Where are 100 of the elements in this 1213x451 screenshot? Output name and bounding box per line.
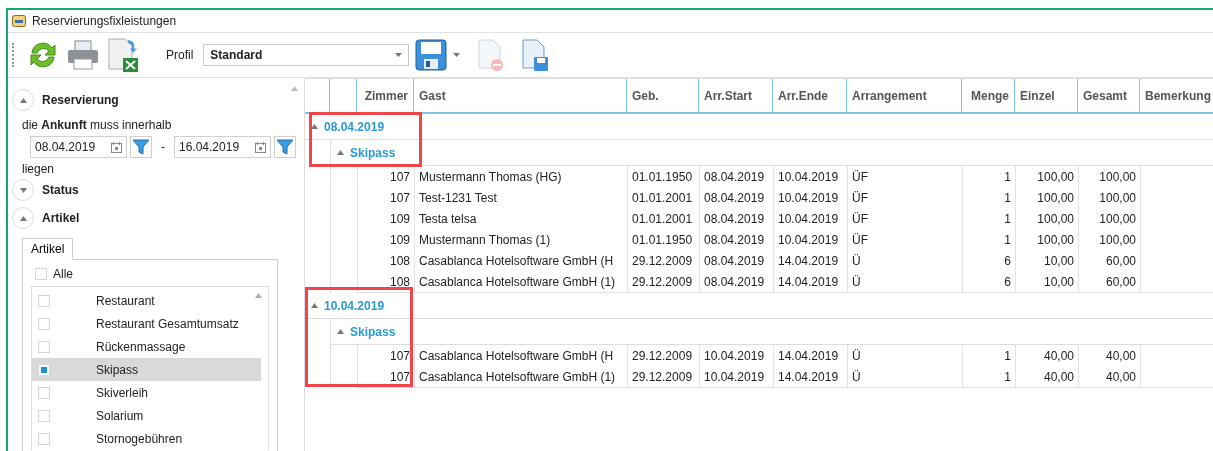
table-cell: 100,00: [1079, 166, 1141, 187]
article-item[interactable]: Rückenmassage: [32, 335, 261, 358]
profile-label: Profil: [166, 48, 194, 62]
table-cell: 100,00: [1016, 187, 1079, 208]
table-cell: 60,00: [1079, 250, 1141, 271]
column-header[interactable]: Menge: [962, 79, 1015, 112]
profile-dropdown[interactable]: Standard: [203, 44, 410, 66]
table-cell: 08.04.2019: [700, 271, 774, 292]
filter-button[interactable]: [274, 136, 296, 158]
collapse-arrow-icon[interactable]: [337, 329, 344, 334]
table-cell: 100,00: [1016, 208, 1079, 229]
section-toggle[interactable]: [12, 179, 34, 201]
column-header[interactable]: Bemerkung: [1140, 79, 1213, 112]
column-header[interactable]: Arr.Ende: [773, 79, 847, 112]
table-cell: 109: [358, 208, 415, 229]
table-cell: 108: [358, 271, 415, 292]
article-label: Restaurant: [96, 293, 155, 308]
table-cell: 10.04.2019: [774, 229, 848, 250]
checkbox[interactable]: [38, 432, 50, 445]
section-toggle[interactable]: [12, 207, 34, 229]
checkbox[interactable]: [38, 409, 50, 422]
table-cell: Casablanca Hotelsoftware GmbH (H: [415, 250, 628, 271]
table-cell: 01.01.2001: [628, 208, 700, 229]
table-cell: 10.04.2019: [700, 366, 774, 387]
table-cell: 14.04.2019: [774, 366, 848, 387]
caret-icon: [19, 187, 27, 193]
table-cell: Ü: [848, 271, 963, 292]
dropdown-caret-icon[interactable]: [453, 53, 461, 57]
table-cell: ÜF: [848, 229, 963, 250]
table-cell: 29.12.2009: [628, 345, 700, 366]
collapse-arrow-icon[interactable]: [337, 150, 344, 155]
table-cell: Casablanca Hotelsoftware GmbH (1): [415, 271, 628, 292]
calendar-icon[interactable]: [111, 141, 123, 153]
column-header[interactable]: Arrangement: [847, 79, 962, 112]
article-item[interactable]: Restaurant Gesamtumsatz: [32, 312, 261, 335]
article-item[interactable]: Stornogebühren: [32, 427, 261, 450]
table-cell: 107: [358, 166, 415, 187]
collapse-arrow-icon[interactable]: [311, 124, 318, 129]
table-cell: 14.04.2019: [774, 271, 848, 292]
table-cell: 109: [358, 229, 415, 250]
table-cell: Test-1231 Test: [415, 187, 628, 208]
table-cell: Casablanca Hotelsoftware GmbH (H: [415, 345, 628, 366]
article-label: Skipass: [96, 362, 139, 377]
checkbox[interactable]: [38, 386, 50, 399]
table-cell: 100,00: [1079, 229, 1141, 250]
article-item[interactable]: Solarium: [32, 404, 261, 427]
table-cell: 100,00: [1079, 187, 1141, 208]
dropdown-caret-icon[interactable]: [395, 53, 403, 57]
column-header[interactable]: Zimmer: [357, 79, 414, 112]
table-cell: Casablanca Hotelsoftware GmbH (1): [415, 366, 628, 387]
column-header[interactable]: Arr.Start: [699, 79, 773, 112]
article-item[interactable]: Skiverleih: [32, 381, 261, 404]
date-from-field[interactable]: 08.04.2019: [30, 136, 128, 158]
checkbox[interactable]: [38, 317, 50, 330]
column-header[interactable]: Geb.: [627, 79, 699, 112]
table-cell: 40,00: [1079, 366, 1141, 387]
table-cell: ÜF: [848, 187, 963, 208]
table-cell: 08.04.2019: [700, 208, 774, 229]
collapse-arrow-icon[interactable]: [311, 303, 318, 308]
table-cell: 40,00: [1079, 345, 1141, 366]
table-cell: 29.12.2009: [628, 271, 700, 292]
date-separator: -: [161, 140, 165, 154]
artikel-tab[interactable]: Artikel: [22, 238, 74, 260]
select-all-checkbox[interactable]: Alle: [31, 264, 269, 284]
table-cell: 10.04.2019: [774, 187, 848, 208]
table-cell: 1: [963, 208, 1016, 229]
table-cell: 10,00: [1016, 271, 1079, 292]
article-item[interactable]: Skipass: [32, 358, 261, 381]
table-cell: Ü: [848, 250, 963, 271]
table-cell: 29.12.2009: [628, 366, 700, 387]
section-title: Artikel: [42, 211, 80, 225]
table-cell: 40,00: [1016, 345, 1079, 366]
table-cell: 1: [963, 166, 1016, 187]
column-header[interactable]: Gast: [414, 79, 627, 112]
caret-icon: [19, 215, 27, 221]
filter-icon: [132, 138, 151, 156]
table-cell: 6: [963, 271, 1016, 292]
table-cell: 6: [963, 250, 1016, 271]
filter-button[interactable]: [130, 136, 152, 158]
table-cell: 08.04.2019: [700, 250, 774, 271]
section-toggle[interactable]: [12, 89, 34, 111]
checkbox[interactable]: [38, 363, 50, 376]
column-header[interactable]: Gesamt: [1078, 79, 1140, 112]
article-label: Rückenmassage: [96, 339, 186, 354]
table-cell: ÜF: [848, 208, 963, 229]
print-button[interactable]: [66, 38, 100, 72]
column-header[interactable]: Einzel: [1015, 79, 1078, 112]
scroll-up-icon[interactable]: [255, 293, 262, 298]
calendar-icon[interactable]: [255, 141, 267, 153]
table-cell: 08.04.2019: [700, 229, 774, 250]
checkbox[interactable]: [38, 294, 50, 307]
table-cell: 14.04.2019: [774, 250, 848, 271]
article-item[interactable]: Restaurant: [32, 289, 261, 312]
article-label: Restaurant Gesamtumsatz: [96, 316, 239, 331]
checkbox[interactable]: [38, 340, 50, 353]
table-cell: 10.04.2019: [774, 166, 848, 187]
article-label: Skiverleih: [96, 385, 149, 400]
date-to-field[interactable]: 16.04.2019: [174, 136, 272, 158]
excel-export-button[interactable]: [106, 37, 140, 73]
save-button[interactable]: [415, 39, 448, 71]
